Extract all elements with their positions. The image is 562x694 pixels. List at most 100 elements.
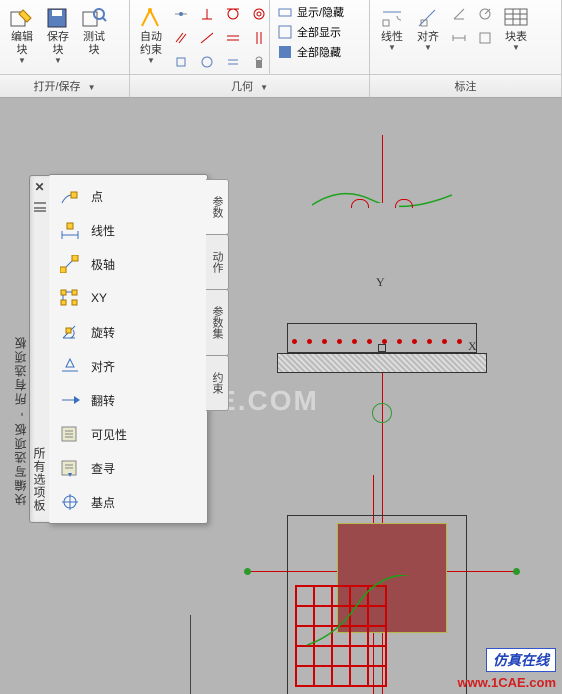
close-icon[interactable]: ✕ [34, 180, 44, 194]
tangent-constraint-button[interactable] [221, 3, 245, 25]
param-alignment[interactable]: 对齐 [49, 349, 207, 383]
align-dim-button[interactable]: 对齐 ▼ [410, 2, 446, 53]
param-label: 可见性 [91, 426, 127, 443]
param-polar[interactable]: 极轴 [49, 247, 207, 281]
side-tab-label: 约束 [211, 372, 223, 394]
polar-param-icon [59, 254, 81, 274]
save-block-button[interactable]: 保存块 ▼ [40, 2, 76, 66]
auto-constrain-label: 自动约束 [140, 31, 162, 57]
linear-dim-button[interactable]: 线性 ▼ [374, 2, 410, 53]
footing-base [277, 353, 487, 373]
point-param-icon [59, 186, 81, 206]
linear-dim-icon [378, 5, 406, 31]
grip-x-marker[interactable]: X [468, 339, 477, 354]
smooth-constraint-button[interactable] [169, 51, 193, 73]
edit-block-label: 编辑块 [11, 31, 33, 57]
xy-param-icon [59, 288, 81, 308]
save-block-icon [44, 5, 72, 31]
param-rotation[interactable]: 旋转 [49, 315, 207, 349]
panel-dimensional: 线性 ▼ 对齐 ▼ [370, 0, 562, 74]
block-authoring-palette[interactable]: ✕ 所有选项板 参数 动作 参数集 约束 点 线性 极轴 [48, 174, 208, 524]
footer-url: www.1CAE.com [458, 675, 556, 690]
menu-icon[interactable] [34, 202, 46, 212]
basepoint-param-icon [59, 492, 81, 512]
param-label: 查寻 [91, 460, 115, 477]
chevron-down-icon: ▼ [388, 43, 396, 52]
guide-line [190, 615, 191, 694]
param-handle-left[interactable] [244, 568, 251, 575]
edit-block-button[interactable]: 编辑块 ▼ [4, 2, 40, 66]
radius-dim-button[interactable] [473, 3, 497, 25]
block-table-button[interactable]: 块表 ▼ [498, 2, 534, 53]
param-label: 极轴 [91, 256, 115, 273]
chevron-down-icon: ▼ [147, 56, 155, 65]
footer-badge: 仿真在线 [486, 648, 556, 672]
palette-left-title: 块编写选项板 - 所有选项板 [12, 335, 29, 506]
angular-dim-button[interactable] [447, 3, 471, 25]
show-all-button[interactable]: 全部显示 [270, 22, 369, 42]
rebar-row [292, 339, 462, 344]
test-block-button[interactable]: 测试块 [76, 2, 112, 58]
collinear-constraint-button[interactable] [195, 27, 219, 49]
show-all-icon [277, 24, 293, 40]
y-axis-label: Y [376, 275, 385, 290]
side-tab-label: 参数集 [211, 306, 223, 339]
param-label: 线性 [91, 222, 115, 239]
palette-titlebar[interactable]: ✕ 所有选项板 [29, 175, 49, 523]
test-block-icon [80, 5, 108, 31]
block-table-icon [502, 5, 530, 31]
flip-param-icon [59, 390, 81, 410]
param-handle-circle[interactable] [372, 403, 392, 423]
palette-title: 所有选项板 [31, 447, 48, 512]
plan-view [277, 505, 477, 694]
param-label: 翻转 [91, 392, 115, 409]
perpendicular-constraint-button[interactable] [195, 3, 219, 25]
concentric-constraint-button[interactable] [247, 3, 271, 25]
chevron-down-icon: ▼ [512, 43, 520, 52]
equal-constraint-button[interactable] [221, 51, 245, 73]
show-hide-button[interactable]: 显示/隐藏 [270, 2, 369, 22]
grip-square[interactable] [378, 344, 386, 352]
vertical-constraint-button[interactable] [247, 27, 271, 49]
green-curve [307, 575, 417, 675]
param-label: 对齐 [91, 358, 115, 375]
param-xy[interactable]: XY [49, 281, 207, 315]
show-hide-label: 显示/隐藏 [297, 4, 344, 20]
panel-constraints: 自动约束 ▼ [130, 0, 270, 74]
edit-block-icon [8, 5, 36, 31]
symmetric-constraint-button[interactable] [195, 51, 219, 73]
panel-visibility: 显示/隐藏 全部显示 全部隐藏 [270, 0, 370, 74]
side-tab-label: 动作 [211, 251, 223, 273]
side-tab-parameters[interactable]: 参数 [206, 179, 229, 235]
param-flip[interactable]: 翻转 [49, 383, 207, 417]
side-tab-actions[interactable]: 动作 [206, 234, 229, 290]
param-lookup[interactable]: 查寻 [49, 451, 207, 485]
coincident-constraint-button[interactable] [169, 3, 193, 25]
param-point[interactable]: 点 [49, 179, 207, 213]
param-linear[interactable]: 线性 [49, 213, 207, 247]
param-label: 点 [91, 188, 103, 205]
drawing-canvas[interactable]: 1CAE.COM Y X [0, 85, 562, 694]
param-label: 旋转 [91, 324, 115, 341]
param-label: XY [91, 291, 107, 305]
save-block-label: 保存块 [47, 31, 69, 57]
parallel-constraint-button[interactable] [169, 27, 193, 49]
side-tab-paramsets[interactable]: 参数集 [206, 289, 229, 356]
convert-dim-button[interactable] [473, 27, 497, 49]
constraint-grid [168, 2, 272, 74]
alignment-param-icon [59, 356, 81, 376]
fix-constraint-button[interactable] [247, 51, 271, 73]
horizontal-constraint-button[interactable] [221, 27, 245, 49]
param-handle-right[interactable] [513, 568, 520, 575]
test-block-label: 测试块 [83, 31, 105, 57]
side-tab-constraints[interactable]: 约束 [206, 355, 229, 411]
hide-all-button[interactable]: 全部隐藏 [270, 42, 369, 62]
param-visibility[interactable]: 可见性 [49, 417, 207, 451]
palette-side-tabs: 参数 动作 参数集 约束 [206, 179, 229, 410]
diameter-dim-button[interactable] [447, 27, 471, 49]
param-basepoint[interactable]: 基点 [49, 485, 207, 519]
panel-open-save: 编辑块 ▼ 保存块 ▼ 测试块 [0, 0, 130, 74]
pile-shape [365, 203, 399, 323]
rotation-param-icon [59, 322, 81, 342]
auto-constrain-button[interactable]: 自动约束 ▼ [134, 2, 168, 66]
